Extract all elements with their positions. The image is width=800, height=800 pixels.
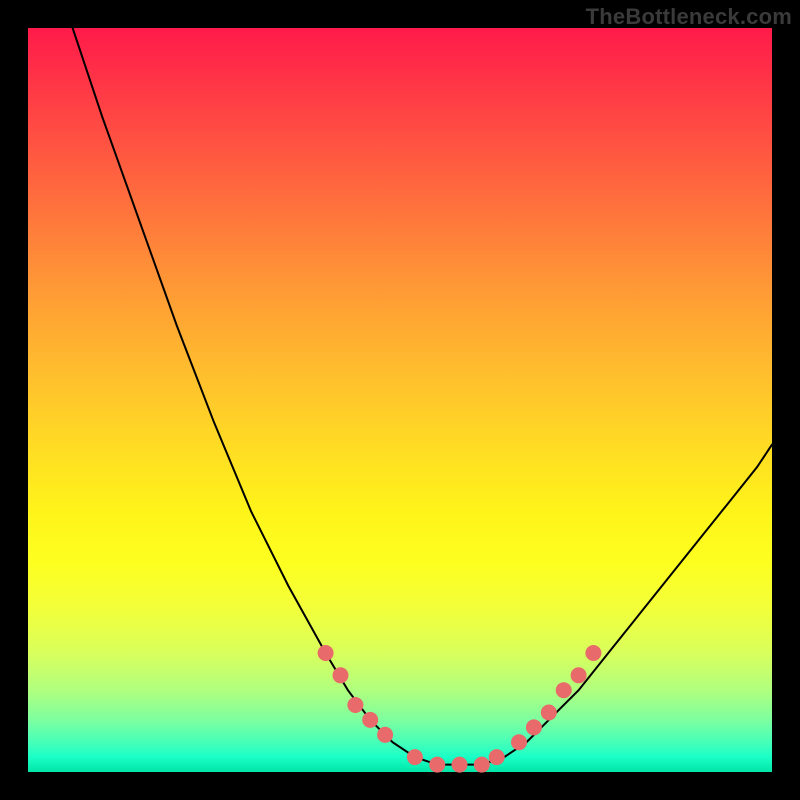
highlight-dot xyxy=(489,749,505,765)
bottleneck-curve xyxy=(73,28,772,765)
chart-frame: TheBottleneck.com xyxy=(0,0,800,800)
highlight-dot xyxy=(474,757,490,773)
highlight-dot xyxy=(541,705,557,721)
highlight-dot xyxy=(333,667,349,683)
highlight-dot xyxy=(429,757,445,773)
highlight-dot xyxy=(585,645,601,661)
highlight-dot xyxy=(511,734,527,750)
highlight-dot xyxy=(526,719,542,735)
highlight-dot xyxy=(452,757,468,773)
watermark-text: TheBottleneck.com xyxy=(586,4,792,30)
highlight-dot xyxy=(347,697,363,713)
highlight-dot xyxy=(556,682,572,698)
highlight-dot xyxy=(362,712,378,728)
highlight-dot xyxy=(407,749,423,765)
plot-area xyxy=(28,28,772,772)
highlight-dot xyxy=(318,645,334,661)
curve-layer xyxy=(28,28,772,772)
highlight-dot xyxy=(571,667,587,683)
highlight-dot xyxy=(377,727,393,743)
